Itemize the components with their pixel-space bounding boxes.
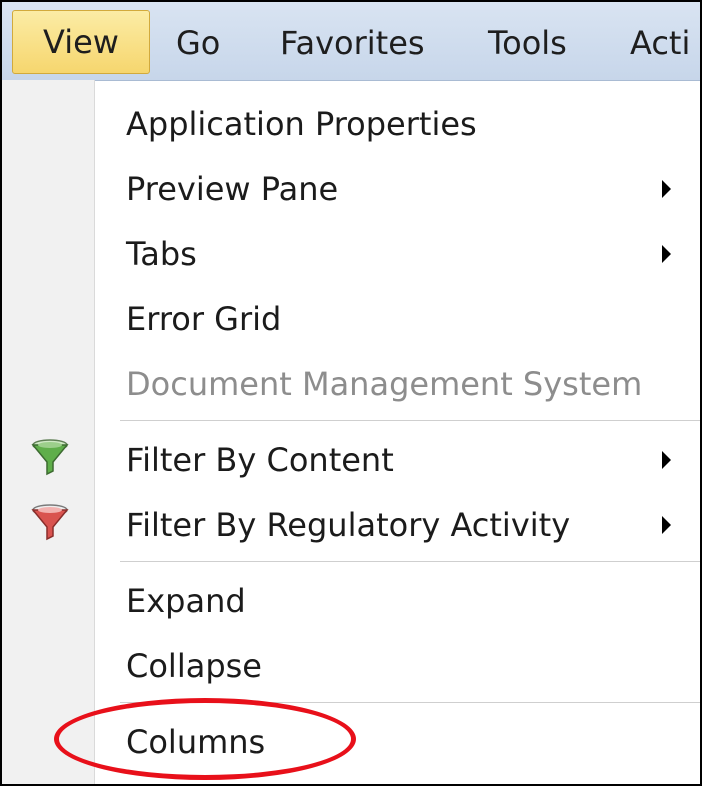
menu-item-collapse[interactable]: Collapse <box>94 634 700 698</box>
menu-item-label: Tabs <box>126 235 197 273</box>
menu-item-label: Error Grid <box>126 300 282 338</box>
submenu-arrow-icon <box>662 245 671 263</box>
menu-go[interactable]: Go <box>176 20 220 66</box>
submenu-arrow-icon <box>662 516 671 534</box>
red-funnel-icon <box>31 504 69 541</box>
submenu-arrow-icon <box>662 451 671 469</box>
menu-actions[interactable]: Acti <box>630 20 690 66</box>
menu-icon-gutter <box>2 80 95 784</box>
view-dropdown-menu: Application Properties Preview Pane Tabs… <box>2 80 700 784</box>
menu-item-document-management-system: Document Management System <box>94 352 700 416</box>
menu-item-label: Filter By Regulatory Activity <box>126 506 571 544</box>
submenu-arrow-icon <box>662 180 671 198</box>
menu-item-label: Expand <box>126 582 246 620</box>
menu-item-preview-pane[interactable]: Preview Pane <box>94 157 700 221</box>
menu-item-label: Collapse <box>126 647 262 685</box>
menu-item-error-grid[interactable]: Error Grid <box>94 287 700 351</box>
menu-item-label: Preview Pane <box>126 170 339 208</box>
menu-item-expand[interactable]: Expand <box>94 569 700 633</box>
menu-favorites[interactable]: Favorites <box>280 20 425 66</box>
menu-item-filter-by-regulatory-activity[interactable]: Filter By Regulatory Activity <box>94 493 700 557</box>
menu-separator <box>120 561 700 563</box>
screenshot-frame: View Go Favorites Tools Acti Application… <box>0 0 702 786</box>
red-highlight-ellipse <box>54 698 356 780</box>
menu-item-label: Document Management System <box>126 365 643 403</box>
menu-bar: View Go Favorites Tools Acti <box>2 2 700 81</box>
menu-item-label: Application Properties <box>126 105 477 143</box>
menu-item-tabs[interactable]: Tabs <box>94 222 700 286</box>
menu-tools[interactable]: Tools <box>488 20 567 66</box>
menu-view[interactable]: View <box>12 10 150 74</box>
menu-item-filter-by-content[interactable]: Filter By Content <box>94 428 700 492</box>
green-funnel-icon <box>31 439 69 476</box>
menu-separator <box>120 420 700 422</box>
menu-item-application-properties[interactable]: Application Properties <box>94 92 700 156</box>
menu-item-label: Filter By Content <box>126 441 394 479</box>
